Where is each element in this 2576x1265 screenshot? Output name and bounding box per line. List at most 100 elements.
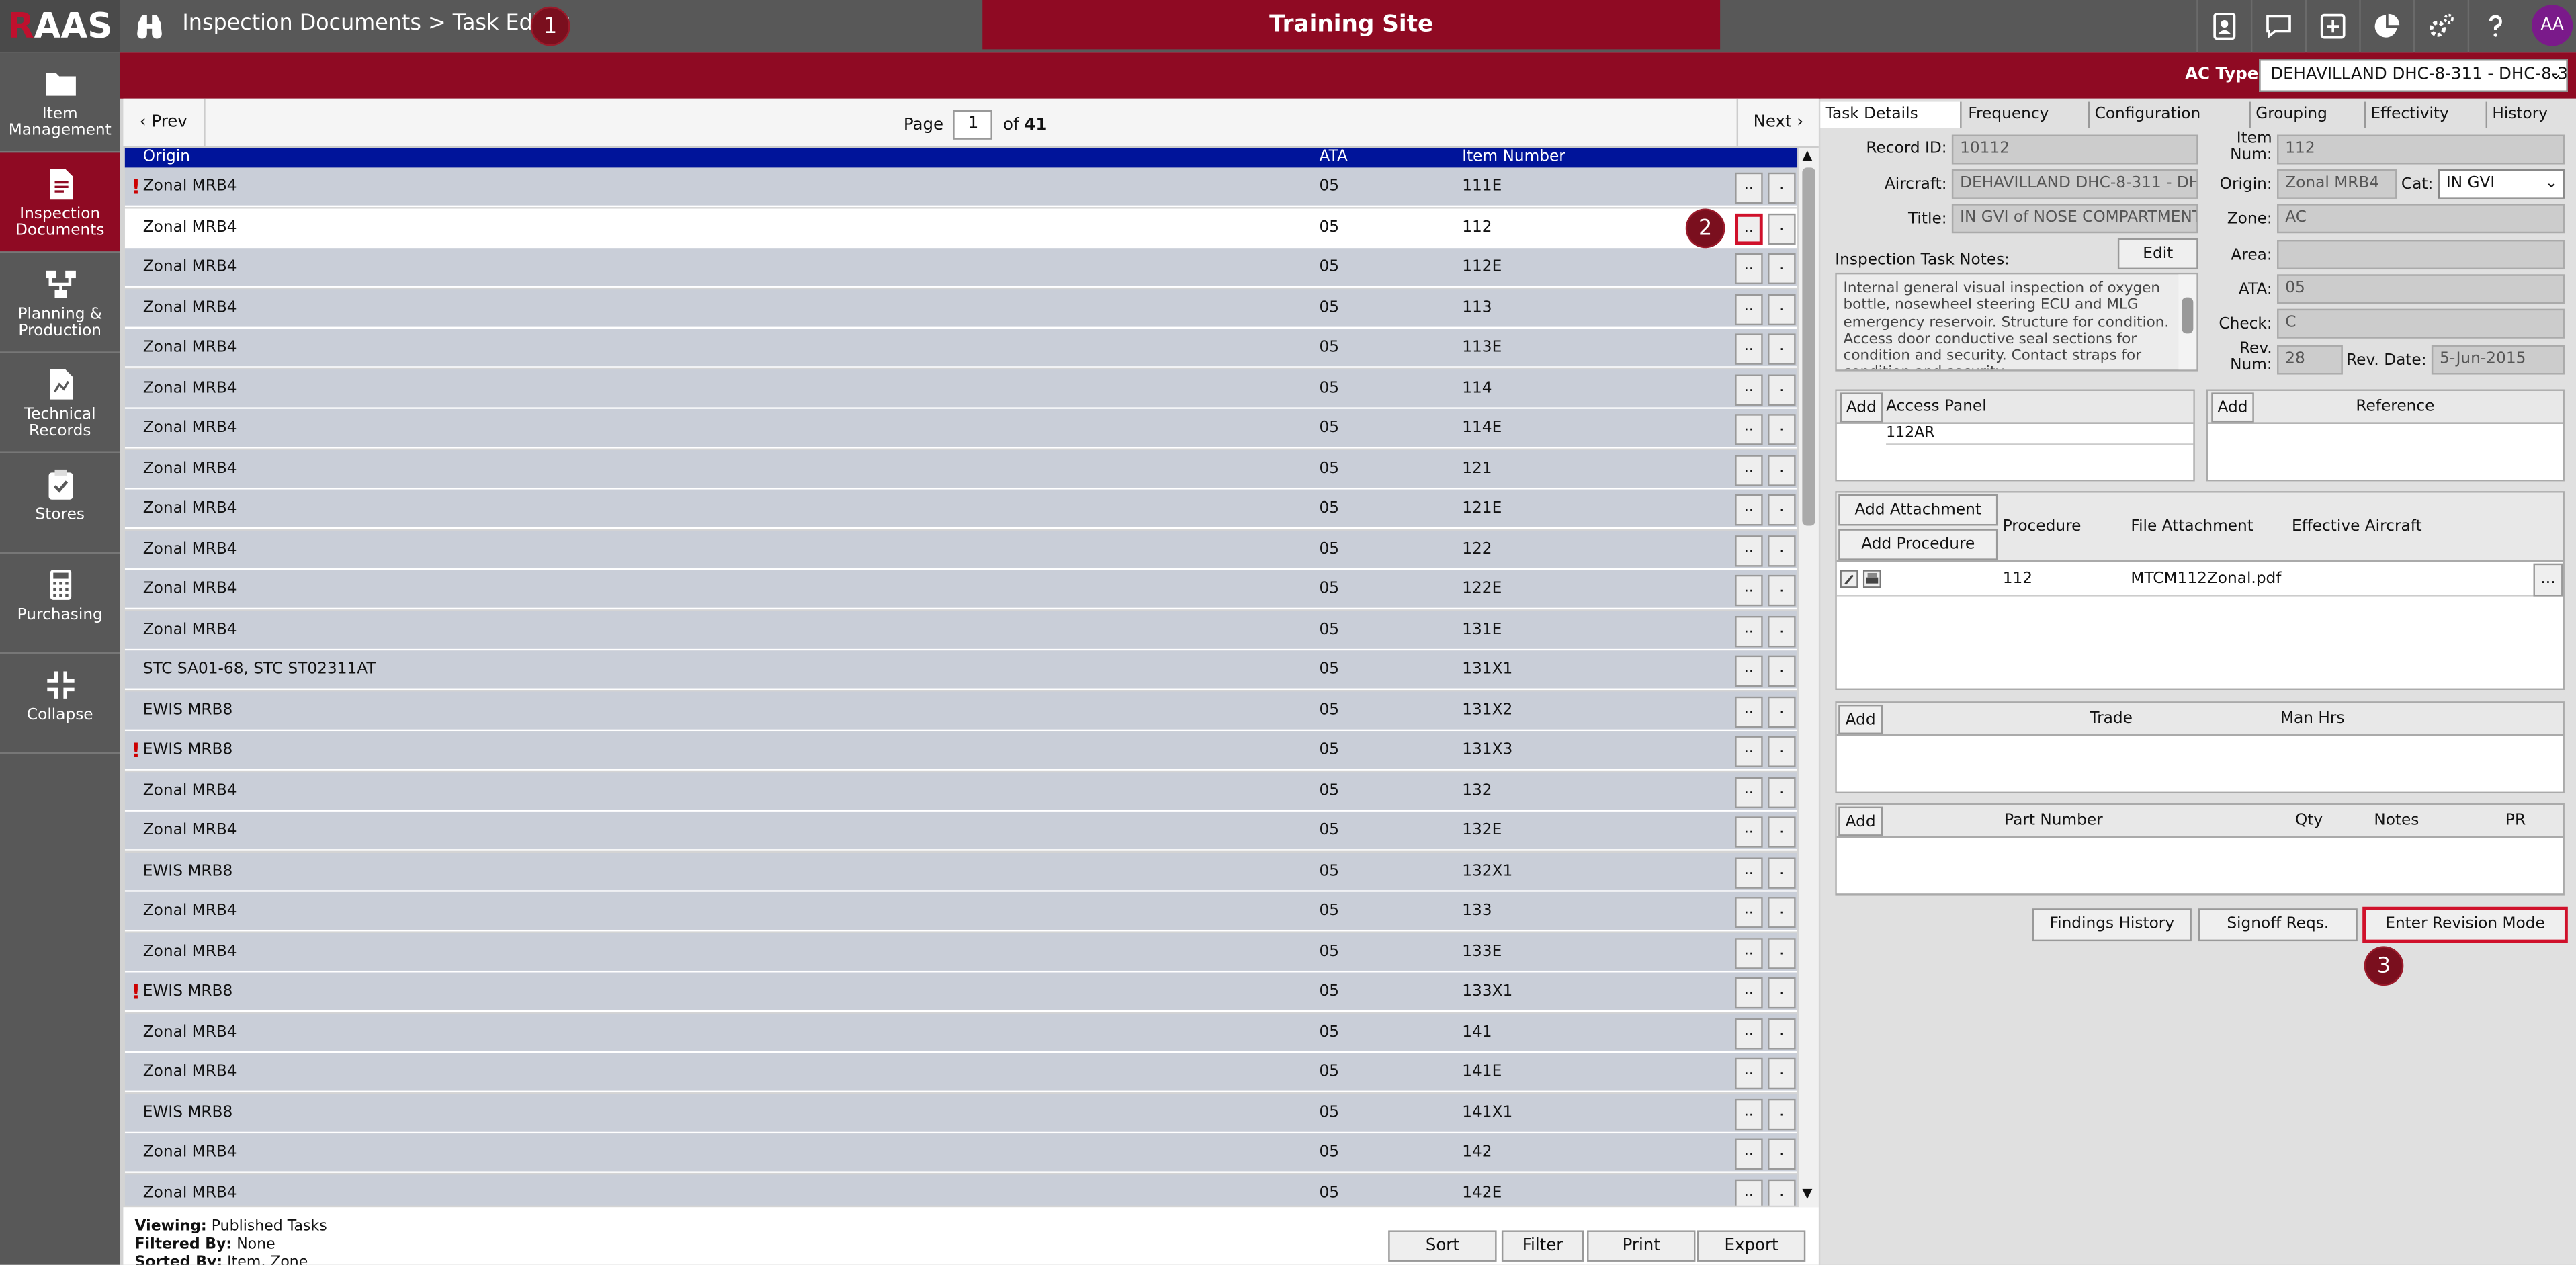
breadcrumb[interactable]: Inspection Documents > Task Editor bbox=[182, 11, 568, 36]
table-row[interactable]: Zonal MRB4 05 142E... bbox=[124, 1174, 1798, 1206]
row-action-button[interactable]: . bbox=[1768, 736, 1796, 767]
enter-revision-mode-button[interactable]: Enter Revision Mode bbox=[2362, 906, 2568, 943]
table-row[interactable]: STC SA01-68, STC ST02311AT 05 131X1... bbox=[124, 650, 1798, 690]
add-reference-button[interactable]: Add bbox=[2211, 392, 2254, 423]
row-details-button[interactable]: .. bbox=[1735, 1138, 1763, 1170]
table-row[interactable]: Zonal MRB4 05 112... bbox=[124, 208, 1798, 248]
table-row[interactable]: Zonal MRB4 05 133E... bbox=[124, 932, 1798, 972]
tab-task-details[interactable]: Task Details bbox=[1820, 101, 1962, 128]
row-details-button[interactable]: .. bbox=[1735, 454, 1763, 486]
chat-icon[interactable] bbox=[2250, 0, 2305, 53]
row-details-button[interactable]: .. bbox=[1735, 494, 1763, 526]
table-row[interactable]: Zonal MRB4 05 133... bbox=[124, 891, 1798, 932]
page-input[interactable]: 1 bbox=[953, 110, 993, 140]
pie-chart-icon[interactable] bbox=[2359, 0, 2413, 53]
row-action-button[interactable]: . bbox=[1768, 333, 1796, 365]
row-action-button[interactable]: . bbox=[1768, 253, 1796, 285]
row-action-button[interactable]: . bbox=[1768, 936, 1796, 969]
row-action-button[interactable]: . bbox=[1768, 293, 1796, 324]
prev-button[interactable]: ‹ Prev bbox=[123, 98, 206, 148]
row-details-button[interactable]: .. bbox=[1735, 736, 1763, 767]
row-details-button[interactable]: .. bbox=[1735, 212, 1763, 245]
row-details-button[interactable]: .. bbox=[1735, 897, 1763, 928]
scroll-up-icon[interactable]: ▲ bbox=[1802, 148, 1812, 163]
table-row[interactable]: Zonal MRB4 05 122... bbox=[124, 529, 1798, 570]
user-avatar[interactable]: AA bbox=[2532, 5, 2573, 46]
row-action-button[interactable]: . bbox=[1768, 534, 1796, 566]
sidebar-item-planning-production[interactable]: Planning & Production bbox=[0, 253, 120, 353]
tab-configuration[interactable]: Configuration bbox=[2090, 101, 2251, 128]
sidebar-item-collapse[interactable]: Collapse bbox=[0, 654, 120, 754]
add-trade-button[interactable]: Add bbox=[1838, 704, 1883, 735]
settings-icon[interactable] bbox=[2413, 0, 2468, 53]
tab-grouping[interactable]: Grouping bbox=[2251, 101, 2366, 128]
add-attachment-button[interactable]: Add Attachment bbox=[1838, 494, 1998, 526]
sidebar-item-technical-records[interactable]: Technical Records bbox=[0, 353, 120, 453]
row-action-button[interactable]: . bbox=[1768, 172, 1796, 204]
findings-history-button[interactable]: Findings History bbox=[2032, 908, 2192, 942]
sidebar-item-item-management[interactable]: Item Management bbox=[0, 52, 120, 153]
row-details-button[interactable]: .. bbox=[1735, 695, 1763, 728]
table-row[interactable]: Zonal MRB4 05 121E... bbox=[124, 489, 1798, 529]
row-action-button[interactable]: . bbox=[1768, 776, 1796, 808]
table-row[interactable]: ! Zonal MRB4 05 111E... bbox=[124, 167, 1798, 208]
table-row[interactable]: ! EWIS MRB8 05 133X1... bbox=[124, 972, 1798, 1012]
row-action-button[interactable]: . bbox=[1768, 414, 1796, 445]
print-icon[interactable] bbox=[1862, 570, 1881, 588]
row-action-button[interactable]: . bbox=[1768, 615, 1796, 647]
sidebar-item-purchasing[interactable]: Purchasing bbox=[0, 554, 120, 654]
table-row[interactable]: Zonal MRB4 05 132E... bbox=[124, 811, 1798, 851]
sidebar-item-inspection-documents[interactable]: Inspection Documents bbox=[0, 152, 120, 253]
add-box-icon[interactable] bbox=[2305, 0, 2360, 53]
tab-effectivity[interactable]: Effectivity bbox=[2366, 101, 2488, 128]
attachment-more-button[interactable]: ... bbox=[2533, 563, 2563, 597]
row-action-button[interactable]: . bbox=[1768, 857, 1796, 888]
table-row[interactable]: Zonal MRB4 05 114E... bbox=[124, 408, 1798, 449]
list-scrollbar[interactable]: ▲ ▼ bbox=[1799, 148, 1819, 1208]
table-row[interactable]: Zonal MRB4 05 112E... bbox=[124, 248, 1798, 288]
row-action-button[interactable]: . bbox=[1768, 1017, 1796, 1049]
table-row[interactable]: Zonal MRB4 05 114... bbox=[124, 368, 1798, 408]
row-details-button[interactable]: .. bbox=[1735, 293, 1763, 324]
ac-type-select[interactable]: DEHAVILLAND DHC-8-311 - DHC-8-311 ⌄ bbox=[2259, 59, 2568, 92]
table-row[interactable]: Zonal MRB4 05 113E... bbox=[124, 329, 1798, 368]
row-action-button[interactable]: . bbox=[1768, 655, 1796, 687]
row-details-button[interactable]: .. bbox=[1735, 414, 1763, 445]
column-header-ata[interactable]: ATA bbox=[1319, 148, 1347, 167]
row-details-button[interactable]: .. bbox=[1735, 574, 1763, 607]
export-button[interactable]: Export bbox=[1697, 1230, 1806, 1262]
scrollbar-thumb[interactable] bbox=[1802, 167, 1815, 526]
row-details-button[interactable]: .. bbox=[1735, 1178, 1763, 1206]
row-action-button[interactable]: . bbox=[1768, 816, 1796, 848]
row-action-button[interactable]: . bbox=[1768, 977, 1796, 1009]
row-action-button[interactable]: . bbox=[1768, 454, 1796, 486]
row-details-button[interactable]: .. bbox=[1735, 857, 1763, 888]
print-button[interactable]: Print bbox=[1587, 1230, 1696, 1262]
row-details-button[interactable]: .. bbox=[1735, 816, 1763, 848]
table-row[interactable]: Zonal MRB4 05 113... bbox=[124, 288, 1798, 328]
edit-pencil-icon[interactable] bbox=[1840, 570, 1858, 588]
row-action-button[interactable]: . bbox=[1768, 212, 1796, 245]
sidebar-item-stores[interactable]: Stores bbox=[0, 453, 120, 554]
row-action-button[interactable]: . bbox=[1768, 695, 1796, 728]
table-row[interactable]: EWIS MRB8 05 141X1... bbox=[124, 1093, 1798, 1133]
table-row[interactable]: Zonal MRB4 05 141E... bbox=[124, 1053, 1798, 1093]
row-details-button[interactable]: .. bbox=[1735, 172, 1763, 204]
row-action-button[interactable]: . bbox=[1768, 1057, 1796, 1090]
contact-card-icon[interactable] bbox=[2196, 0, 2251, 53]
row-action-button[interactable]: . bbox=[1768, 574, 1796, 607]
row-action-button[interactable]: . bbox=[1768, 1098, 1796, 1130]
attachment-file[interactable]: MTCM112Zonal.pdf bbox=[2131, 570, 2281, 588]
table-row[interactable]: EWIS MRB8 05 132X1... bbox=[124, 851, 1798, 891]
row-details-button[interactable]: .. bbox=[1735, 776, 1763, 808]
column-header-origin[interactable]: Origin bbox=[143, 148, 190, 167]
table-row[interactable]: EWIS MRB8 05 131X2... bbox=[124, 691, 1798, 730]
row-action-button[interactable]: . bbox=[1768, 1138, 1796, 1170]
table-row[interactable]: Zonal MRB4 05 122E... bbox=[124, 570, 1798, 610]
row-details-button[interactable]: .. bbox=[1735, 333, 1763, 365]
row-details-button[interactable]: .. bbox=[1735, 615, 1763, 647]
next-button[interactable]: Next › bbox=[1736, 98, 1819, 148]
table-row[interactable]: Zonal MRB4 05 141... bbox=[124, 1012, 1798, 1053]
notes-text[interactable]: Internal general visual inspection of ox… bbox=[1835, 272, 2198, 372]
row-details-button[interactable]: .. bbox=[1735, 1098, 1763, 1130]
